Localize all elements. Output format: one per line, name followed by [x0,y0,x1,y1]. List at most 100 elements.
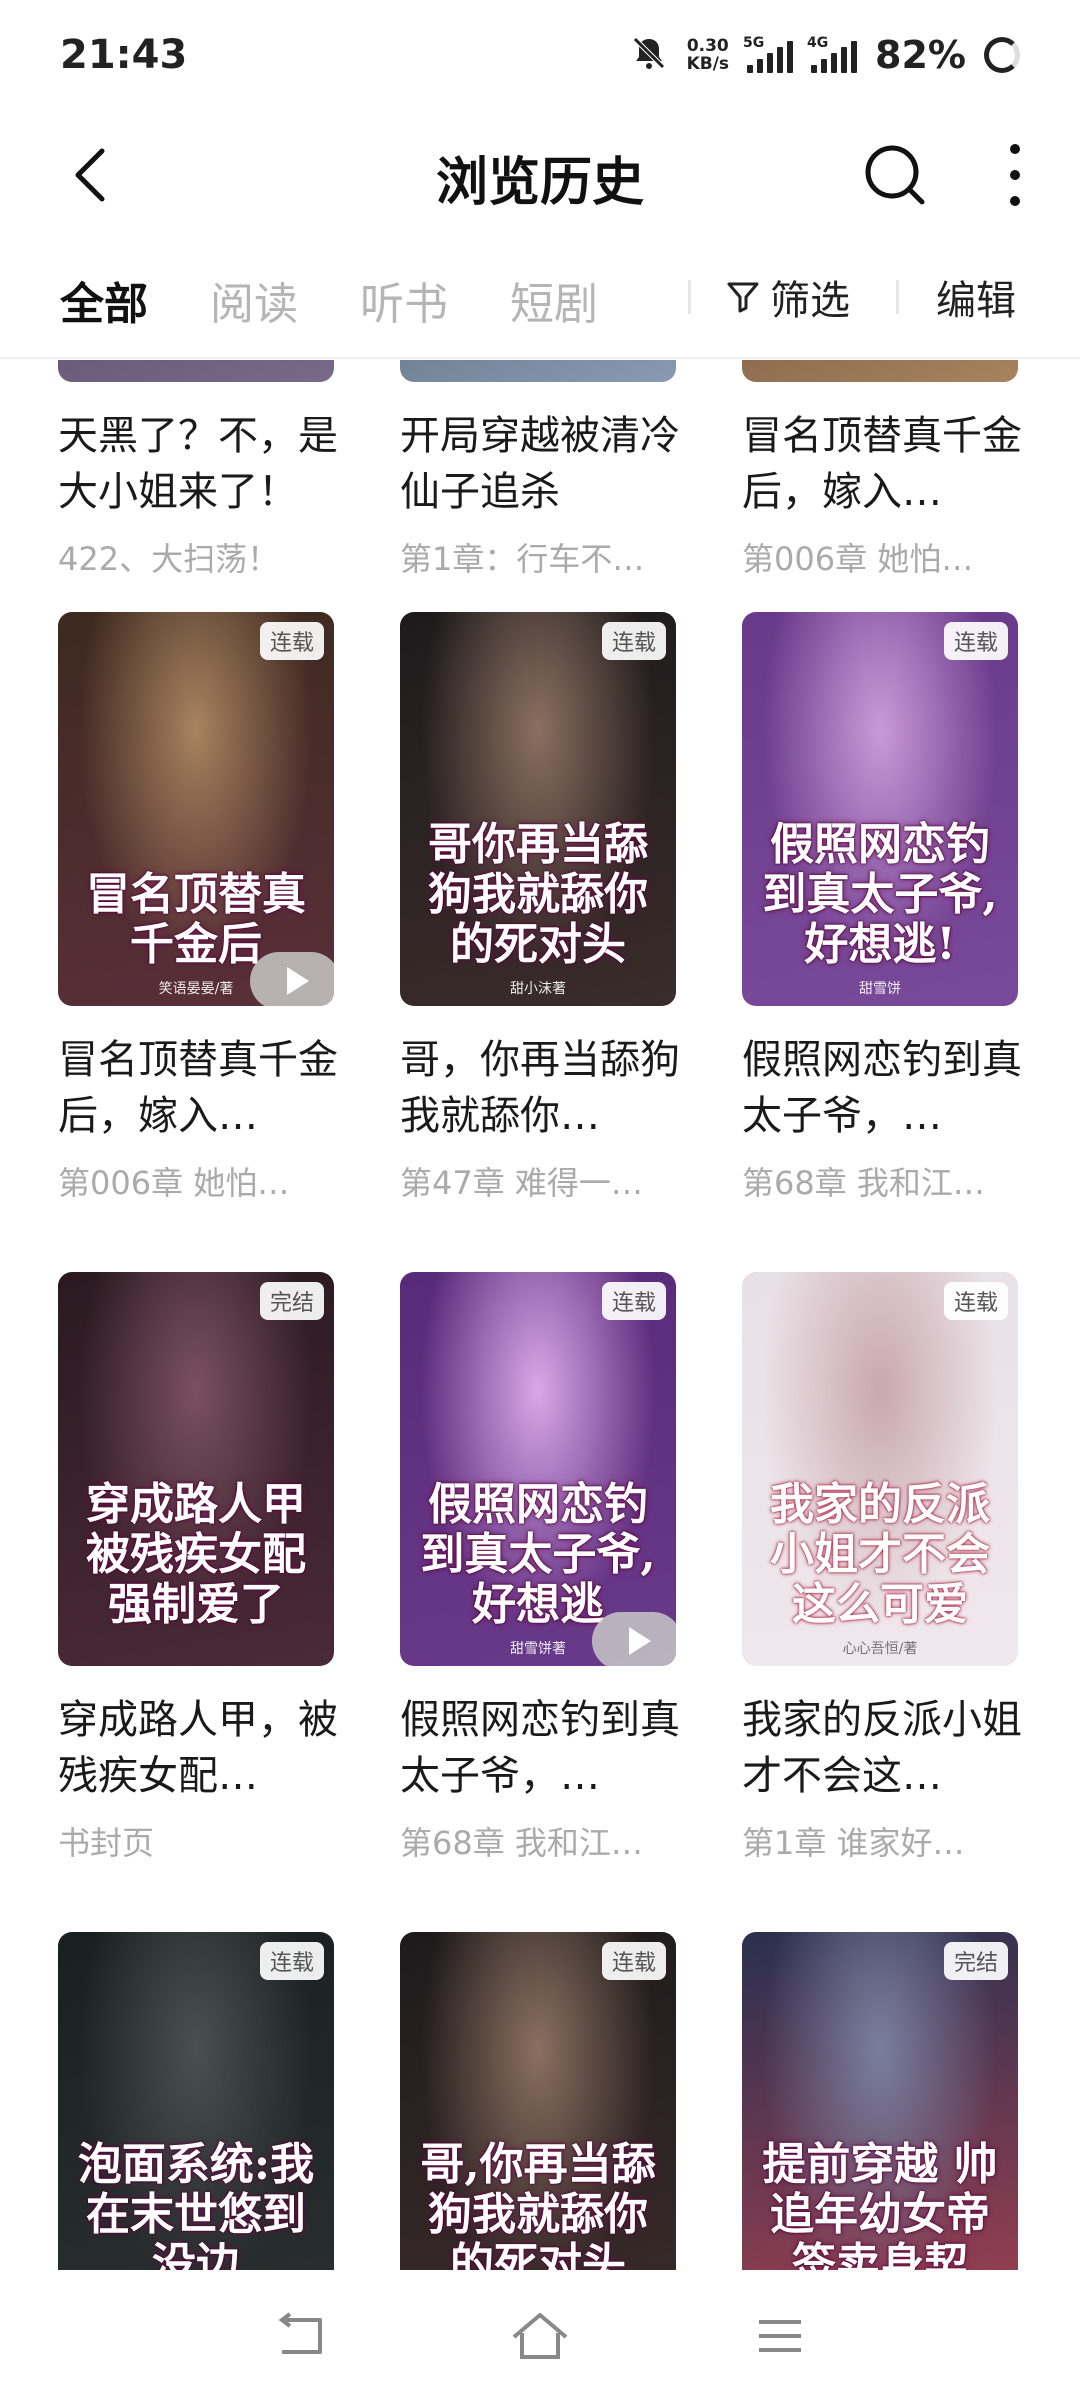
play-icon[interactable] [592,1612,676,1666]
divider [0,357,1080,359]
status-badge: 连载 [259,1942,324,1980]
status-badge: 连载 [601,622,666,660]
search-button[interactable] [860,140,930,210]
cover-author: 甜小沫著 [510,981,566,997]
status-badge: 连载 [601,1282,666,1320]
book-title: 冒名顶替真千金后，嫁入… [58,1037,338,1139]
book-progress: 422、大扫荡！ [58,540,280,578]
tab-reading[interactable]: 阅读 [210,268,298,332]
more-dot-icon [1010,170,1020,180]
book-progress: 第1章 谁家好… [742,1824,965,1862]
status-badge: 连载 [601,1942,666,1980]
book-card[interactable]: 冒名顶替真千金后 笑语晏晏/著 连载 冒名顶替真千金后，嫁入… 第006章 她怕… [58,612,338,1204]
status-badge: 连载 [943,1282,1008,1320]
nav-back-button[interactable] [260,2296,340,2376]
status-time: 21:43 [60,32,188,78]
book-card[interactable]: 天黑了？不，是大小姐来了！ 422、大扫荡！ [58,360,338,580]
book-card[interactable]: 泡面系统:我在末世悠到没边 连载 [58,1932,338,2270]
book-card[interactable]: 哥,你再当舔狗我就舔你的死对头 连载 [400,1932,680,2270]
book-card[interactable]: 假照网恋钓到真太子爷,好想逃! 甜雪饼 连载 假照网恋钓到真太子爷，… 第68章… [742,612,1022,1204]
cover-title: 哥你再当舔狗我就舔你的死对头 [428,819,648,970]
tab-audiobook[interactable]: 听书 [360,268,448,332]
book-progress: 第68章 我和江… [400,1824,643,1862]
cover-title: 假照网恋钓到真太子爷,好想逃 [420,1479,656,1630]
home-icon [512,2313,568,2359]
history-grid: 天黑了？不，是大小姐来了！ 422、大扫荡！ 开局穿越被清冷仙子追杀 第1章：行… [0,360,1080,2270]
cover-title: 穿成路人甲被残疾女配强制爱了 [86,1479,306,1630]
cover-title: 提前穿越 帅追年幼女帝签卖身契 [762,2139,998,2271]
filter-icon [727,282,759,313]
book-cover[interactable]: 假照网恋钓到真太子爷,好想逃 甜雪饼著 连载 [400,1272,676,1666]
tab-short-drama[interactable]: 短剧 [510,268,598,332]
book-title: 天黑了？不，是大小姐来了！ [58,413,338,515]
book-cover[interactable] [742,360,1018,382]
more-dot-icon [1010,144,1020,154]
tab-all[interactable]: 全部 [60,268,148,332]
cover-title: 假照网恋钓到真太子爷,好想逃! [762,819,998,970]
book-cover[interactable]: 穿成路人甲被残疾女配强制爱了 完结 [58,1272,334,1666]
book-card[interactable]: 提前穿越 帅追年幼女帝签卖身契 完结 [742,1932,1022,2270]
book-cover[interactable]: 我家的反派小姐才不会这么可爱 心心吾恒/著 连载 [742,1272,1018,1666]
book-cover[interactable]: 假照网恋钓到真太子爷,好想逃! 甜雪饼 连载 [742,612,1018,1006]
book-card[interactable]: 冒名顶替真千金后，嫁入… 第006章 她怕… [742,360,1022,580]
book-progress: 第47章 难得一… [400,1164,643,1202]
book-progress: 第1章：行车不… [400,540,645,578]
book-title: 假照网恋钓到真太子爷，… [742,1037,1022,1139]
status-icons: 0.30 KB/s 5G 4G 82% [629,33,1020,77]
book-cover[interactable]: 提前穿越 帅追年幼女帝签卖身契 完结 [742,1932,1018,2270]
book-progress: 第006章 她怕… [58,1164,290,1202]
search-icon [865,145,925,205]
nav-home-button[interactable] [500,2296,580,2376]
network-speed: 0.30 KB/s [686,36,730,74]
play-icon[interactable] [250,952,334,1006]
book-card[interactable]: 我家的反派小姐才不会这么可爱 心心吾恒/著 连载 我家的反派小姐才不会这… 第1… [742,1272,1022,1864]
filter-label: 筛选 [770,278,850,324]
book-progress: 第68章 我和江… [742,1164,985,1202]
battery-level: 82% [875,33,966,77]
system-nav-bar [0,2272,1080,2400]
tab-separator [896,280,899,314]
status-badge: 完结 [943,1942,1008,1980]
more-dot-icon [1010,196,1020,206]
book-cover[interactable]: 冒名顶替真千金后 笑语晏晏/著 连载 [58,612,334,1006]
book-title: 假照网恋钓到真太子爷，… [400,1697,680,1799]
book-cover[interactable]: 哥,你再当舔狗我就舔你的死对头 连载 [400,1932,676,2270]
book-title: 穿成路人甲，被残疾女配… [58,1697,338,1799]
book-card[interactable]: 开局穿越被清冷仙子追杀 第1章：行车不… [400,360,680,580]
status-bar: 21:43 0.30 KB/s 5G 4G 82% [0,0,1080,110]
book-cover[interactable]: 哥你再当舔狗我就舔你的死对头 甜小沫著 连载 [400,612,676,1006]
cover-author: 心心吾恒/著 [842,1641,918,1657]
status-badge: 连载 [943,622,1008,660]
edit-button[interactable]: 编辑 [936,268,1016,326]
nav-menu-button[interactable] [740,2296,820,2376]
book-progress: 书封页 [58,1824,155,1862]
tab-bar: 全部 阅读 听书 短剧 筛选 编辑 [0,250,1080,350]
battery-icon [984,37,1020,73]
tab-separator [688,280,691,314]
cover-author: 甜雪饼 [859,981,901,997]
book-card[interactable]: 穿成路人甲被残疾女配强制爱了 完结 穿成路人甲，被残疾女配… 书封页 [58,1272,338,1864]
book-title: 开局穿越被清冷仙子追杀 [400,413,680,515]
signal-5g-icon: 5G [743,35,794,73]
book-cover[interactable] [400,360,676,382]
book-title: 我家的反派小姐才不会这… [742,1697,1022,1799]
book-cover[interactable] [58,360,334,382]
filter-button[interactable]: 筛选 [726,268,850,326]
status-badge: 连载 [259,622,324,660]
book-progress: 第006章 她怕… [742,540,974,578]
book-card[interactable]: 假照网恋钓到真太子爷,好想逃 甜雪饼著 连载 假照网恋钓到真太子爷，… 第68章… [400,1272,680,1864]
book-cover[interactable]: 泡面系统:我在末世悠到没边 连载 [58,1932,334,2270]
signal-4g-icon: 4G [807,35,858,73]
more-options-button[interactable] [995,138,1035,212]
menu-icon [759,2320,801,2352]
cover-title: 哥,你再当舔狗我就舔你的死对头 [420,2139,656,2271]
header: 浏览历史 [0,110,1080,240]
book-card[interactable]: 哥你再当舔狗我就舔你的死对头 甜小沫著 连载 哥，你再当舔狗我就舔你… 第47章… [400,612,680,1204]
back-arrow-icon [278,2312,322,2354]
mute-bell-icon [629,33,669,77]
cover-title: 泡面系统:我在末世悠到没边 [77,2139,315,2271]
book-title: 哥，你再当舔狗我就舔你… [400,1037,680,1139]
status-badge: 完结 [259,1282,324,1320]
cover-title: 我家的反派小姐才不会这么可爱 [770,1479,990,1630]
book-title: 冒名顶替真千金后，嫁入… [742,413,1022,515]
